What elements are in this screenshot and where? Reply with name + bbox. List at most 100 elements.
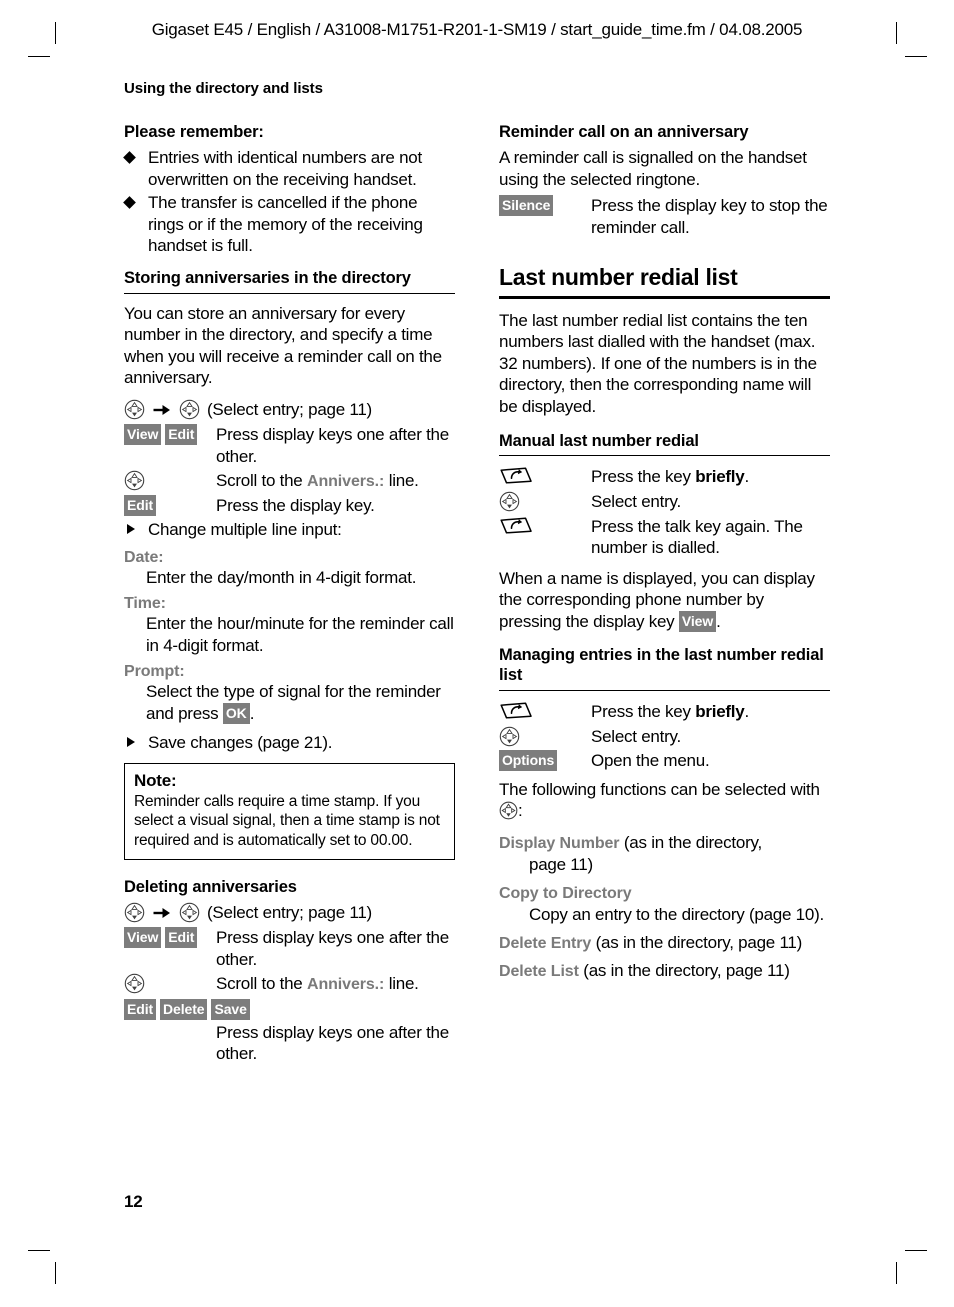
- procedure-row: Press the talk key again. The number is …: [499, 515, 830, 559]
- left-column: Please remember: Entries with identical …: [123, 123, 455, 1067]
- display-key-options[interactable]: Options: [499, 750, 558, 772]
- desc-post: line.: [384, 974, 419, 994]
- display-key-edit[interactable]: Edit: [124, 495, 157, 517]
- procedure-description: Press the display key.: [216, 496, 375, 516]
- deleting-nav-line: (Select entry; page 11): [124, 902, 455, 923]
- last-number-redial-intro: The last number redial list contains the…: [499, 310, 817, 417]
- procedure-row: Press the key briefly.: [499, 700, 830, 723]
- running-header: Gigaset E45 / English / A31008-M1751-R20…: [151, 20, 803, 39]
- procedure-row: Select entry.: [499, 490, 830, 513]
- procedure-row: Edit Press the display key.: [124, 494, 455, 517]
- function-text: (as in the directory, page 11): [591, 932, 803, 952]
- procedure-description: Press display keys one after the other.: [216, 425, 449, 466]
- nav-key-icon: [124, 399, 145, 420]
- display-key-view[interactable]: View: [124, 424, 162, 445]
- field-text-date: Enter the day/month in 4-digit format.: [146, 567, 417, 587]
- procedure-keys: View Edit: [124, 926, 216, 949]
- desc-pre: Press the key: [591, 467, 696, 487]
- display-key-edit[interactable]: Edit: [165, 424, 198, 445]
- function-continuation: page 11): [529, 855, 593, 875]
- page-number: 12: [124, 1192, 143, 1211]
- procedure-description: Select entry.: [591, 492, 681, 512]
- function-display-number: Display Number (as in the directory, page…: [499, 832, 830, 876]
- display-key-edit[interactable]: Edit: [124, 998, 157, 1020]
- step-save-changes: Save changes (page 21).: [124, 732, 455, 754]
- list-item: The transfer is cancelled if the phone r…: [123, 192, 455, 257]
- display-key-save[interactable]: Save: [211, 998, 250, 1020]
- nav-key-icon: [124, 902, 145, 923]
- prompt-text-post: .: [249, 703, 255, 723]
- prompt-text-pre: Select the type of signal for the remind…: [146, 682, 441, 723]
- bullet-text: Entries with identical numbers are not o…: [148, 148, 422, 189]
- function-text: (as in the directory,: [619, 832, 762, 852]
- desc-pre: Scroll to the: [216, 974, 307, 994]
- procedure-keys: [124, 469, 216, 491]
- function-continuation: Copy an entry to the directory (page 10)…: [529, 905, 824, 925]
- heading-managing-entries: Managing entries in the last number redi…: [499, 646, 824, 685]
- please-remember-bullet-list: Entries with identical numbers are not o…: [123, 147, 455, 257]
- right-column: Reminder call on an anniversary A remind…: [499, 123, 830, 988]
- function-delete-list: Delete List (as in the directory, page 1…: [499, 960, 830, 982]
- display-key-silence[interactable]: Silence: [499, 195, 554, 217]
- procedure-keys: Edit: [124, 494, 216, 517]
- outro-pre: When a name is displayed, you can displa…: [499, 568, 815, 631]
- field-label-prompt: Prompt:: [124, 663, 185, 681]
- procedure-row: Silence Press the display key to stop th…: [499, 194, 830, 238]
- procedure-description: Press display keys one after the other.: [216, 1022, 449, 1064]
- procedure-row: Press the key briefly.: [499, 465, 830, 488]
- crop-mark-bottom-left-horizontal: [28, 1250, 50, 1251]
- nav-line-text: (Select entry; page 11): [207, 399, 372, 419]
- procedure-row: View Edit Press display keys one after t…: [124, 926, 455, 970]
- display-key-edit[interactable]: Edit: [165, 927, 198, 949]
- talk-key-icon: [499, 516, 533, 535]
- nav-key-icon: [124, 973, 145, 994]
- procedure-description: Scroll to the Annivers.: line.: [216, 469, 455, 492]
- step-change-multiple-line-input: Change multiple line input:: [124, 519, 455, 541]
- triangle-bullet-icon: [127, 524, 135, 535]
- field-name-annivers: Annivers.:: [307, 976, 385, 994]
- heading-storing-anniversaries: Storing anniversaries in the directory: [124, 268, 411, 287]
- triangle-bullet-icon: [127, 736, 135, 747]
- procedure-row: Scroll to the Annivers.: line.: [124, 469, 455, 492]
- display-key-view[interactable]: View: [678, 610, 717, 632]
- procedure-row: View Edit Press display keys one after t…: [124, 423, 455, 467]
- functions-intro-post: :: [518, 801, 523, 821]
- nav-key-icon: [179, 399, 200, 420]
- crop-mark-bottom-left-vertical: [55, 1262, 56, 1284]
- nav-key-icon: [124, 470, 145, 491]
- desc-pre: Press the key: [591, 702, 696, 722]
- procedure-row: Options Open the menu.: [499, 749, 830, 772]
- manual-redial-outro: When a name is displayed, you can displa…: [499, 568, 830, 633]
- diamond-bullet-icon: [123, 151, 136, 164]
- function-name: Copy to Directory: [499, 884, 632, 902]
- display-key-ok[interactable]: OK: [222, 702, 250, 724]
- desc-bold: briefly: [695, 467, 745, 487]
- right-arrow-icon: [152, 905, 172, 921]
- field-name-annivers: Annivers.:: [307, 473, 385, 491]
- heading-manual-last-number-redial: Manual last number redial: [499, 431, 699, 450]
- function-delete-entry: Delete Entry (as in the directory, page …: [499, 932, 830, 954]
- field-label-time: Time:: [124, 595, 166, 613]
- field-text-time: Enter the hour/minute for the reminder c…: [146, 614, 454, 655]
- field-text-prompt: Select the type of signal for the remind…: [146, 681, 455, 724]
- display-key-view[interactable]: View: [124, 927, 162, 949]
- note-title: Note:: [134, 771, 177, 791]
- nav-line-text: (Select entry; page 11): [207, 902, 372, 922]
- crop-mark-top-left-horizontal: [28, 56, 50, 57]
- reminder-call-intro: A reminder call is signalled on the hand…: [499, 148, 807, 189]
- heading-last-number-redial-list: Last number redial list: [499, 264, 738, 291]
- crop-mark-bottom-right-vertical: [896, 1262, 897, 1284]
- function-name: Delete Entry: [499, 934, 592, 952]
- nav-key-icon: [499, 491, 520, 512]
- display-key-delete[interactable]: Delete: [160, 998, 208, 1020]
- diamond-bullet-icon: [123, 196, 136, 210]
- crop-mark-top-right-horizontal: [905, 56, 927, 57]
- crop-mark-bottom-right-horizontal: [905, 1250, 927, 1251]
- procedure-keys: [499, 725, 591, 747]
- section-rule: [124, 292, 455, 294]
- section-rule: [499, 455, 830, 457]
- nav-key-icon: [499, 801, 518, 820]
- procedure-keys: [499, 515, 591, 535]
- two-column-layout: Please remember: Entries with identical …: [123, 123, 830, 1067]
- procedure-description: Press the talk key again. The number is …: [591, 516, 803, 558]
